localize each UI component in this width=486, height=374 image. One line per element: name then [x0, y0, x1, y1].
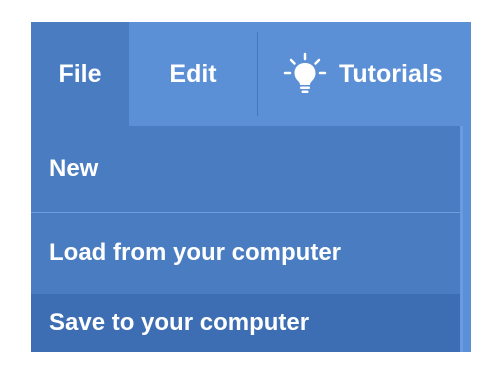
menu-bar: File Edit Tutorials — [31, 22, 471, 126]
lightbulb-icon — [283, 52, 327, 93]
menu-item-save-to-computer[interactable]: Save to your computer — [31, 294, 460, 352]
edit-menu-button[interactable]: Edit — [129, 22, 257, 126]
menu-item-load-from-computer[interactable]: Load from your computer — [31, 212, 460, 294]
tutorials-menu-button[interactable]: Tutorials — [259, 22, 471, 126]
file-menu-button[interactable]: File — [31, 22, 129, 126]
menu-item-save-label: Save to your computer — [49, 309, 310, 336]
tutorials-menu-label: Tutorials — [339, 59, 443, 88]
menu-item-new-label: New — [49, 155, 99, 182]
menu-item-load-label: Load from your computer — [49, 239, 342, 266]
file-dropdown-menu: New Load from your computer Save to your… — [31, 126, 463, 352]
screenshot-frame: File Edit Tutorials New Load from your c… — [0, 0, 486, 374]
editor-ui: File Edit Tutorials New Load from your c… — [31, 22, 471, 352]
file-menu-label: File — [58, 59, 102, 88]
menu-item-new[interactable]: New — [31, 126, 460, 212]
edit-menu-label: Edit — [169, 59, 217, 88]
menu-divider — [257, 32, 258, 116]
